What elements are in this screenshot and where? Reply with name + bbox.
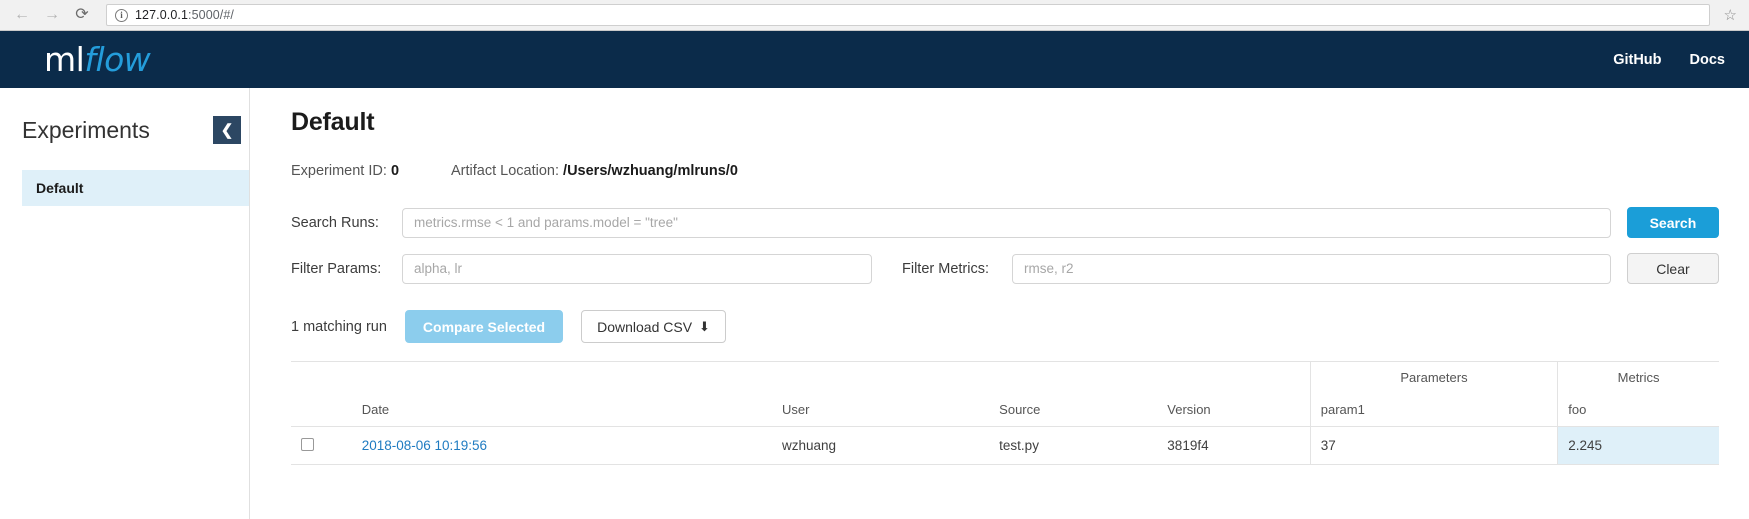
table-group-header-row: Parameters Metrics	[291, 361, 1719, 394]
artifact-location-label: Artifact Location:	[451, 163, 560, 179]
group-header-blank-check	[291, 361, 352, 394]
download-icon: ⬇	[699, 318, 710, 334]
experiment-id-label: Experiment ID:	[291, 163, 387, 179]
group-header-blank-date	[351, 361, 773, 394]
column-header-version[interactable]: Version	[1157, 393, 1311, 427]
search-runs-input[interactable]	[402, 207, 1611, 238]
cell-version: 3819f4	[1157, 426, 1311, 465]
url-path: :5000/#/	[188, 8, 235, 22]
group-header-blank-user	[772, 361, 990, 394]
header-link-docs[interactable]: Docs	[1690, 52, 1725, 68]
browser-reload-icon[interactable]: ⟳	[72, 5, 92, 25]
browser-toolbar: ← → ⟳ i 127.0.0.1:5000/#/ ☆	[0, 0, 1749, 31]
page-layout: Experiments ❮ Default Default Experiment…	[0, 88, 1749, 519]
column-header-source[interactable]: Source	[989, 393, 1158, 427]
cell-param1: 37	[1309, 426, 1558, 465]
row-select-cell	[291, 426, 352, 465]
experiment-id-value: 0	[390, 163, 400, 179]
cell-foo: 2.245	[1557, 426, 1719, 465]
sidebar-header: Experiments ❮	[0, 112, 249, 148]
table-header-row: Date User Source Version param1 foo	[291, 393, 1719, 427]
sidebar-item-label: Default	[36, 180, 84, 196]
compare-selected-button[interactable]: Compare Selected	[404, 310, 564, 343]
logo-ml-text: ml	[44, 40, 85, 79]
site-info-icon[interactable]: i	[115, 8, 128, 22]
main-content: Default Experiment ID: 0 Artifact Locati…	[250, 88, 1749, 519]
bookmark-star-icon[interactable]: ☆	[1724, 6, 1737, 24]
clear-button[interactable]: Clear	[1626, 253, 1719, 284]
download-csv-label: Download CSV	[597, 318, 693, 335]
row-checkbox[interactable]	[301, 437, 314, 451]
group-header-parameters: Parameters	[1309, 361, 1558, 394]
column-header-date[interactable]: Date	[351, 393, 773, 427]
cell-user: wzhuang	[772, 426, 990, 465]
run-date-link[interactable]: 2018-08-06 10:19:56	[362, 438, 487, 453]
experiments-sidebar: Experiments ❮ Default	[0, 88, 250, 519]
experiment-list: Default	[0, 170, 249, 206]
filter-row: Filter Params: Filter Metrics: Clear	[291, 253, 1719, 284]
filter-params-input[interactable]	[402, 253, 872, 284]
browser-back-icon[interactable]: ←	[12, 5, 32, 25]
url-host: 127.0.0.1	[135, 8, 189, 22]
matching-run-count: 1 matching run	[291, 318, 387, 335]
group-header-metrics: Metrics	[1557, 361, 1719, 394]
browser-forward-icon[interactable]: →	[42, 5, 62, 25]
runs-table: Parameters Metrics Date User Source Vers…	[291, 361, 1719, 465]
search-runs-label: Search Runs:	[291, 214, 379, 231]
logo-flow-text: flow	[84, 40, 151, 79]
app-header: mlflow GitHub Docs	[0, 31, 1749, 88]
chevron-left-icon: ❮	[220, 121, 234, 139]
artifact-location-value: /Users/wzhuang/mlruns/0	[563, 163, 738, 179]
cell-source: test.py	[989, 426, 1158, 465]
search-runs-row: Search Runs: Search	[291, 207, 1719, 238]
runs-action-row: 1 matching run Compare Selected Download…	[291, 310, 1719, 343]
sidebar-collapse-button[interactable]: ❮	[213, 116, 241, 144]
column-header-foo[interactable]: foo	[1557, 393, 1719, 427]
column-header-select	[291, 393, 352, 427]
download-csv-button[interactable]: Download CSV ⬇	[581, 310, 726, 343]
filter-params-label: Filter Params:	[291, 260, 382, 277]
experiment-meta: Experiment ID: 0 Artifact Location: /Use…	[291, 163, 1719, 179]
column-header-user[interactable]: User	[772, 393, 990, 427]
filter-metrics-label: Filter Metrics:	[902, 260, 989, 277]
header-links: GitHub Docs	[1613, 52, 1725, 68]
cell-date: 2018-08-06 10:19:56	[351, 426, 773, 465]
page-title: Default	[291, 108, 375, 136]
table-row: 2018-08-06 10:19:56 wzhuang test.py 3819…	[291, 426, 1719, 465]
url-text: 127.0.0.1:5000/#/	[135, 8, 234, 22]
sidebar-item-default[interactable]: Default	[22, 170, 249, 206]
address-bar[interactable]: i 127.0.0.1:5000/#/	[106, 4, 1710, 26]
header-link-github[interactable]: GitHub	[1613, 52, 1661, 68]
experiment-id-meta: Experiment ID: 0	[291, 163, 399, 179]
filter-metrics-input[interactable]	[1012, 253, 1611, 284]
artifact-location-meta: Artifact Location: /Users/wzhuang/mlruns…	[451, 163, 738, 179]
search-button[interactable]: Search	[1626, 207, 1719, 238]
column-header-param1[interactable]: param1	[1309, 393, 1558, 427]
sidebar-title: Experiments	[22, 116, 150, 143]
group-header-blank-source	[989, 361, 1158, 394]
group-header-blank-version	[1157, 361, 1311, 394]
mlflow-logo[interactable]: mlflow	[44, 40, 151, 79]
